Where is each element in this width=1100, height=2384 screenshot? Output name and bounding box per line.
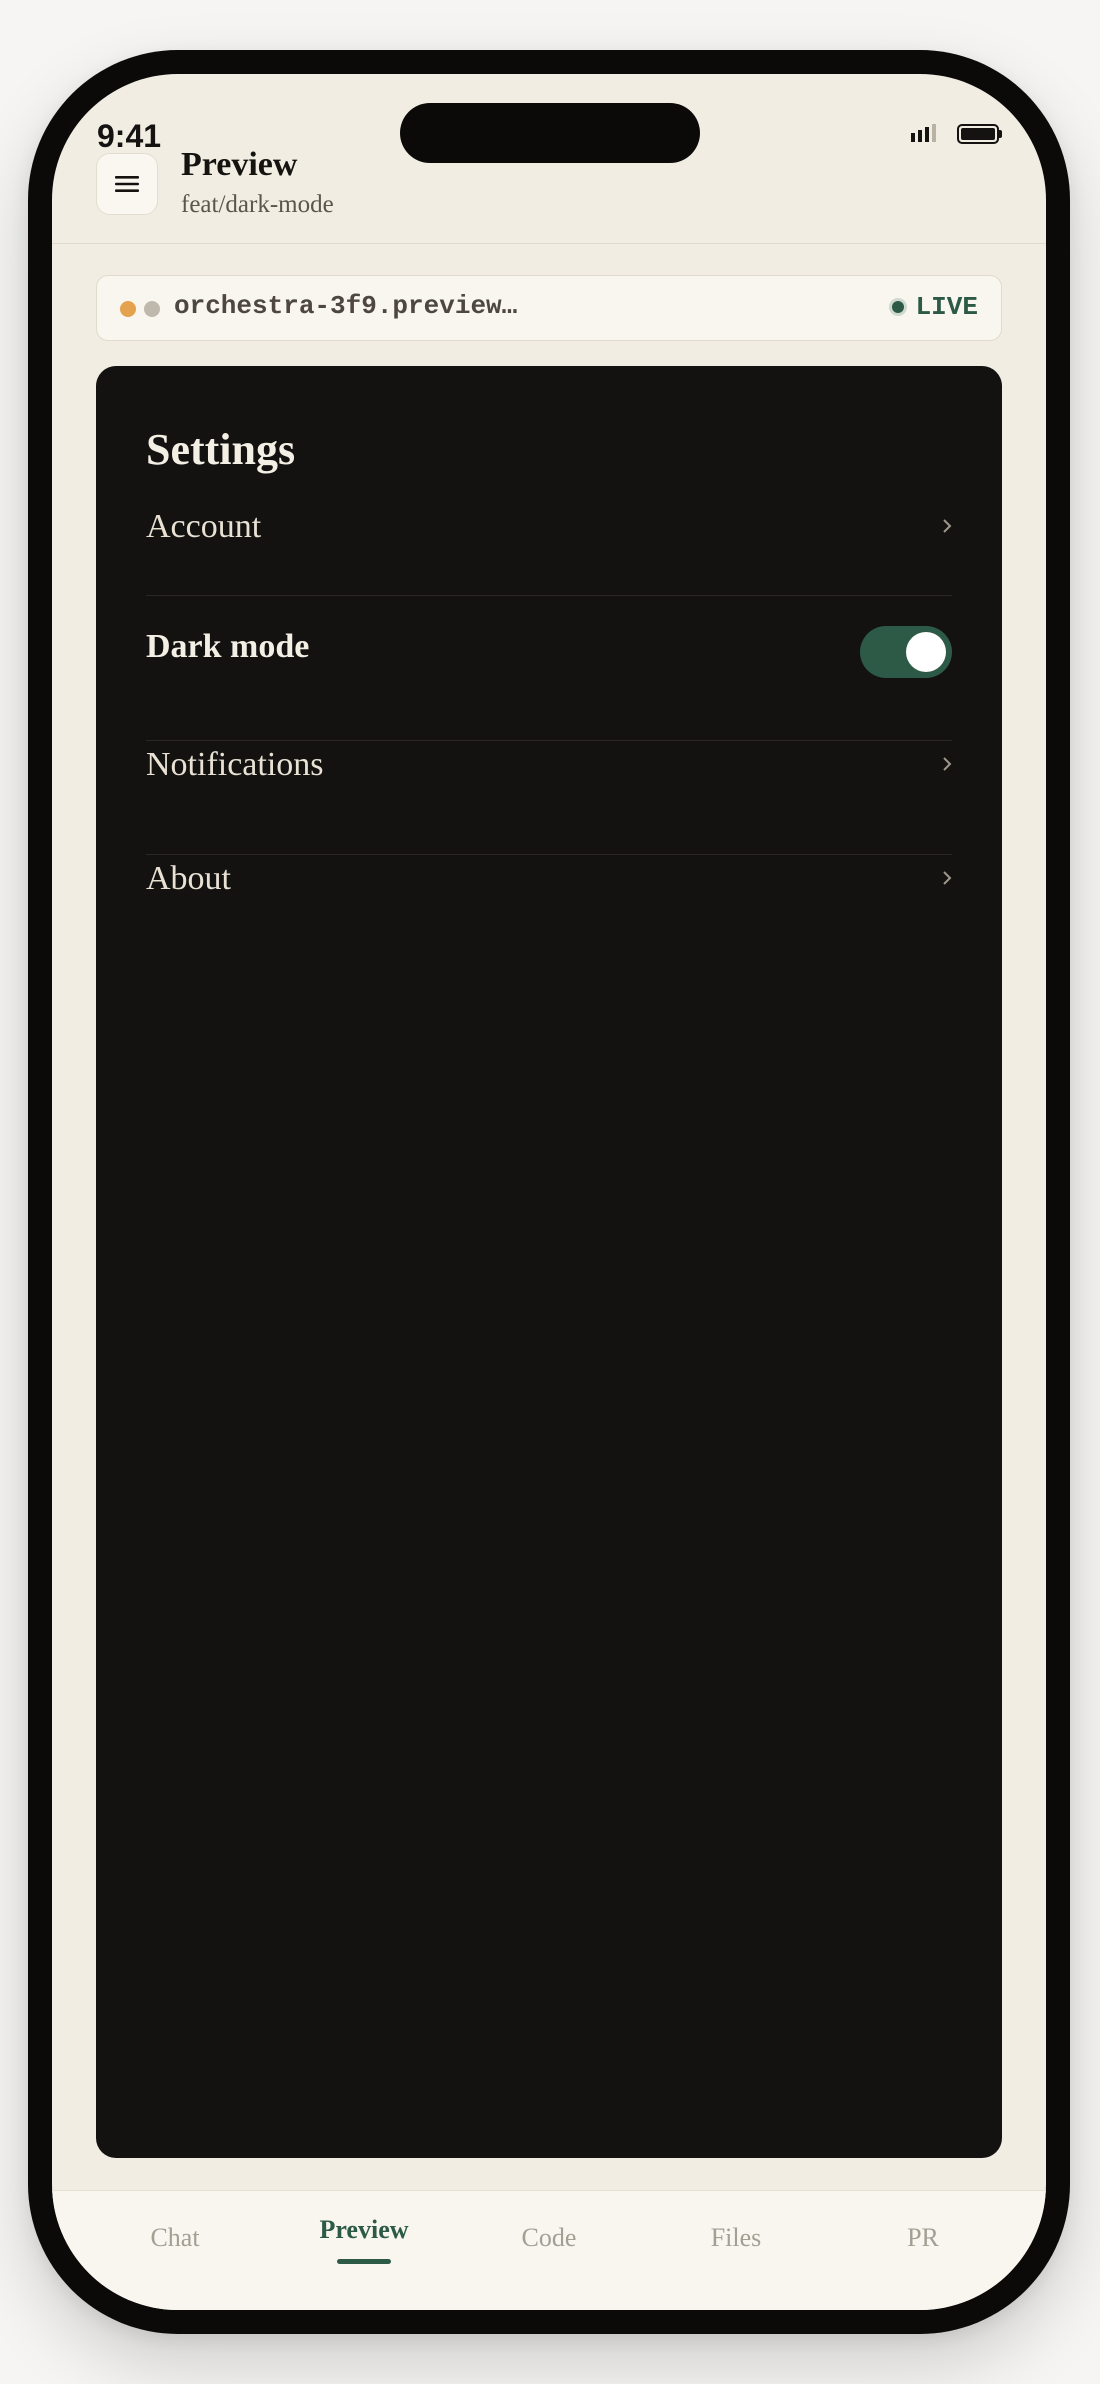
menu-button[interactable]	[96, 153, 158, 215]
bottom-tab-bar: Chat Preview Code Files PR	[52, 2190, 1046, 2310]
live-label: LIVE	[915, 292, 978, 322]
tab-code[interactable]: Code	[522, 2223, 577, 2253]
status-time: 9:41	[97, 118, 162, 154]
toggle-knob	[906, 632, 946, 672]
dynamic-island	[400, 103, 700, 163]
chevron-right-icon	[943, 519, 952, 533]
header-divider	[52, 243, 1046, 244]
settings-row-label: Account	[146, 508, 262, 545]
phone-screen: 9:41 Preview feat/dark-mode orchestra-3f…	[52, 74, 1046, 2310]
phone-frame: 9:41 Preview feat/dark-mode orchestra-3f…	[28, 50, 1070, 2334]
settings-row-label: Notifications	[146, 746, 324, 783]
preview-url[interactable]: orchestra-3f9.preview…	[174, 291, 517, 321]
battery-icon	[957, 124, 1002, 144]
dark-mode-toggle[interactable]	[860, 626, 952, 678]
live-dot-icon	[891, 301, 904, 313]
hamburger-icon	[115, 176, 139, 192]
tab-files[interactable]: Files	[711, 2223, 762, 2253]
live-indicator: LIVE	[891, 292, 978, 322]
settings-divider	[146, 740, 952, 741]
chevron-right-icon	[943, 757, 952, 771]
signal-icon	[911, 124, 936, 142]
tab-preview[interactable]: Preview	[319, 2215, 408, 2245]
branch-name: feat/dark-mode	[181, 191, 334, 218]
tab-chat[interactable]: Chat	[150, 2223, 199, 2253]
settings-title: Settings	[146, 425, 296, 474]
page-title: Preview	[181, 146, 298, 183]
status-dot-orange	[120, 301, 136, 317]
settings-row-label: Dark mode	[146, 628, 310, 665]
status-dot-gray	[144, 301, 160, 317]
active-tab-indicator	[337, 2259, 391, 2264]
preview-frame: Settings Account Dark mode Notifications	[96, 366, 1002, 2158]
tab-pr[interactable]: PR	[907, 2223, 939, 2253]
settings-row-label: About	[146, 860, 231, 897]
settings-divider	[146, 854, 952, 855]
preview-url-bar[interactable]: orchestra-3f9.preview… LIVE	[96, 275, 1002, 341]
chevron-right-icon	[943, 871, 952, 885]
settings-divider	[146, 595, 952, 596]
